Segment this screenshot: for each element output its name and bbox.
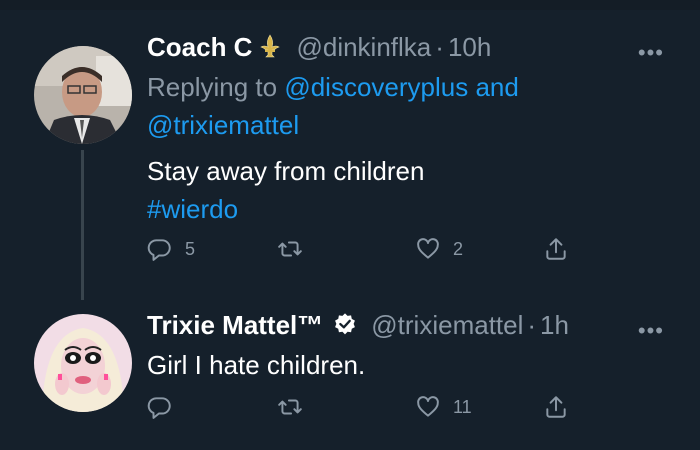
handle[interactable]: @trixiemattel <box>371 310 523 341</box>
top-edge <box>0 0 700 10</box>
tweet-header: Coach C @dinkinflka · 10h <box>147 30 680 64</box>
tweet-text: Stay away from children #wierdo <box>147 152 680 228</box>
share-icon <box>546 396 566 418</box>
retweet-icon <box>278 241 302 257</box>
fleur-de-lis-icon <box>256 33 284 61</box>
more-options-icon[interactable]: ••• <box>638 318 664 344</box>
tweet-text: Girl I hate children. <box>147 346 680 384</box>
timestamp[interactable]: 10h <box>448 32 491 63</box>
tweet-actions: 5 2 <box>147 236 587 270</box>
avatar[interactable] <box>34 46 132 144</box>
thread-line <box>81 150 84 300</box>
tweet-header: Trixie Mattel™ @trixiemattel · 1h <box>147 308 680 342</box>
heart-icon <box>417 238 439 259</box>
share-icon <box>546 238 566 260</box>
display-name[interactable]: Coach C <box>147 32 252 63</box>
reply-count: 5 <box>185 238 196 259</box>
tweet-text-line: Girl I hate children. <box>147 350 366 380</box>
retweet-button[interactable] <box>277 236 315 262</box>
heart-icon <box>417 396 439 417</box>
tweet-content: Trixie Mattel™ @trixiemattel · 1h ••• Gi… <box>147 308 680 384</box>
handle[interactable]: @dinkinflka <box>296 32 431 63</box>
more-options-icon[interactable]: ••• <box>638 40 664 66</box>
like-button[interactable]: 2 <box>415 236 463 262</box>
reply-button[interactable] <box>147 394 185 420</box>
like-count: 2 <box>453 238 464 259</box>
tweet-text-line: Stay away from children <box>147 156 425 186</box>
separator-dot: · <box>435 31 444 62</box>
share-button[interactable] <box>543 394 569 420</box>
tweet-content: Coach C @dinkinflka · 10h ••• Replying t… <box>147 30 680 228</box>
tweet[interactable]: Trixie Mattel™ @trixiemattel · 1h ••• Gi… <box>0 300 700 450</box>
verified-icon <box>331 311 359 339</box>
replying-to-prefix: Replying to <box>147 72 278 102</box>
separator-dot: · <box>527 309 537 340</box>
retweet-button[interactable] <box>277 394 315 420</box>
like-button[interactable]: 11 <box>415 394 472 420</box>
timestamp[interactable]: 1h <box>540 310 569 341</box>
share-button[interactable] <box>543 236 569 262</box>
mention-link[interactable]: @trixiemattel <box>147 110 299 140</box>
reply-button[interactable]: 5 <box>147 236 195 262</box>
display-name[interactable]: Trixie Mattel™ <box>147 310 323 341</box>
replying-to-and[interactable]: and <box>475 72 518 102</box>
like-count: 11 <box>453 396 472 417</box>
reply-icon <box>147 397 171 419</box>
retweet-icon <box>278 399 302 415</box>
avatar-photo <box>34 46 132 144</box>
tweet[interactable]: Coach C @dinkinflka · 10h ••• Replying t… <box>0 22 700 300</box>
replying-to: Replying to @discoveryplus and @trixiema… <box>147 68 680 144</box>
avatar[interactable] <box>34 314 132 412</box>
avatar-photo <box>34 314 132 412</box>
mention-link[interactable]: @discoveryplus <box>284 72 468 102</box>
reply-icon <box>147 239 171 261</box>
hashtag-link[interactable]: #wierdo <box>147 194 238 224</box>
tweet-actions: 11 <box>147 394 587 428</box>
